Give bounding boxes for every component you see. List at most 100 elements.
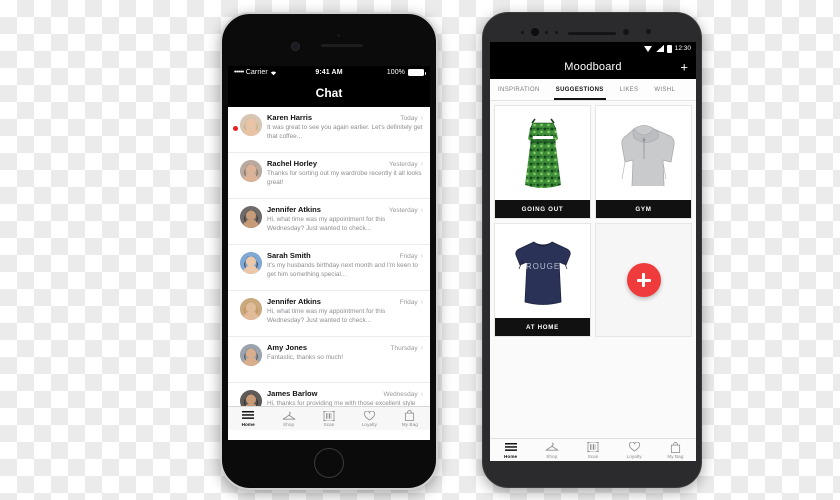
android-bottom-tab-bar[interactable]: Home Shop Scan Loyalty My Bag xyxy=(490,438,696,461)
avatar xyxy=(240,160,262,182)
chat-conversation-list[interactable]: Karen Harris Today › It was great to see… xyxy=(228,107,430,406)
avatar xyxy=(240,344,262,366)
hamburger-menu-icon xyxy=(504,442,517,453)
moodboard-card-at-home[interactable]: ROUGE AT HOME xyxy=(494,223,591,337)
moodboard-card-going-out[interactable]: GOING OUT xyxy=(494,105,591,219)
android-status-bar: 12:30 xyxy=(490,42,696,55)
ios-status-bar: ••••• Carrier 9:41 AM 100% xyxy=(228,66,430,79)
moodboard-tab-strip[interactable]: INSPIRATION SUGGESTIONS LIKES WISHL xyxy=(490,79,696,101)
heart-icon xyxy=(628,442,641,453)
message-timestamp: Wednesday xyxy=(383,391,418,398)
hamburger-menu-icon xyxy=(242,410,255,421)
home-button[interactable] xyxy=(314,448,344,478)
carrier-area: ••••• Carrier xyxy=(234,69,315,76)
tab-label: INSPIRATION xyxy=(498,86,540,93)
ios-tab-scan[interactable]: Scan xyxy=(309,407,349,430)
add-moodboard-card[interactable] xyxy=(595,223,692,337)
status-time: 9:41 AM xyxy=(315,69,343,76)
android-screen: 12:30 Moodboard + INSPIRATION SUGGESTION… xyxy=(490,42,696,461)
barcode-scan-icon xyxy=(587,442,599,453)
chevron-right-icon: › xyxy=(420,161,423,168)
tab-label: Loyalty xyxy=(626,453,642,459)
iphone-screen: ••••• Carrier 9:41 AM 100% Chat Karen Ha… xyxy=(228,66,430,440)
moodboard-card-grid: GOING OUT GYM ROUGE AT HOME xyxy=(490,101,696,341)
tab-label: Loyalty xyxy=(361,422,378,427)
tab-label: WISHL xyxy=(654,86,676,93)
tab-inspiration[interactable]: INSPIRATION xyxy=(490,79,548,100)
cell-signal-icon xyxy=(655,45,664,52)
conversation-row[interactable]: Jennifer Atkins Friday › Hi, what time w… xyxy=(228,291,430,337)
contact-name: Jennifer Atkins xyxy=(267,297,321,306)
earpiece-speaker-icon xyxy=(568,32,616,35)
battery-icon xyxy=(666,44,672,53)
message-timestamp: Friday xyxy=(399,253,418,260)
chevron-right-icon: › xyxy=(420,253,423,260)
android-tab-loyalty[interactable]: Loyalty xyxy=(614,439,655,461)
tab-label: LIKES xyxy=(619,86,639,93)
status-right: 100% xyxy=(343,69,427,76)
wifi-icon xyxy=(270,70,277,75)
conversation-row[interactable]: Amy Jones Thursday › Fantastic, thanks s… xyxy=(228,337,430,383)
android-tab-shop[interactable]: Shop xyxy=(531,439,572,461)
android-tab-home[interactable]: Home xyxy=(490,439,531,461)
avatar xyxy=(240,390,262,406)
conversation-row[interactable]: Jennifer Atkins Yesterday › Hi, what tim… xyxy=(228,199,430,245)
add-moodboard-button[interactable] xyxy=(626,263,661,297)
page-title: Moodboard xyxy=(564,61,622,73)
message-preview: It was great to see you again earlier. L… xyxy=(267,124,423,141)
barcode-scan-icon xyxy=(323,410,335,421)
tab-label: Home xyxy=(504,453,518,459)
tab-suggestions[interactable]: SUGGESTIONS xyxy=(548,79,612,100)
tab-wishl[interactable]: WISHL xyxy=(646,79,683,100)
conversation-row[interactable]: Rachel Horley Yesterday › Thanks for sor… xyxy=(228,153,430,199)
moodboard-card-gym[interactable]: GYM xyxy=(595,105,692,219)
ios-nav-bar: Chat xyxy=(228,79,430,107)
android-bottom-bezel xyxy=(483,461,701,487)
card-label: AT HOME xyxy=(495,318,590,336)
battery-percent-label: 100% xyxy=(386,69,406,76)
light-sensor-icon xyxy=(646,29,651,34)
sensor-dot-icon xyxy=(545,31,548,34)
message-preview: It's my husbands birthday next month and… xyxy=(267,262,418,279)
page-title: Chat xyxy=(315,86,343,100)
proximity-sensor-icon xyxy=(337,34,340,37)
tab-label: Scan xyxy=(587,453,599,459)
sensor-dot-icon xyxy=(521,31,524,34)
tab-likes[interactable]: LIKES xyxy=(612,79,647,100)
conversation-row[interactable]: James Barlow Wednesday › Hi, thanks for … xyxy=(228,383,430,406)
ios-tab-home[interactable]: Home xyxy=(228,407,268,430)
tab-label: Shop xyxy=(546,453,558,459)
ios-tab-my bag[interactable]: My Bag xyxy=(390,407,430,430)
contact-name: Jennifer Atkins xyxy=(267,205,321,214)
message-preview: Hi, thanks for providing me with those e… xyxy=(267,400,416,406)
avatar xyxy=(240,114,262,136)
avatar xyxy=(240,206,262,228)
ios-bottom-tab-bar[interactable]: Home Shop Scan Loyalty My Bag xyxy=(228,406,430,430)
add-icon[interactable]: + xyxy=(680,61,688,74)
card-label: GOING OUT xyxy=(495,200,590,218)
avatar xyxy=(240,252,262,274)
front-camera-icon xyxy=(531,28,539,36)
contact-name: James Barlow xyxy=(267,389,318,398)
ios-tab-loyalty[interactable]: Loyalty xyxy=(349,407,389,430)
message-preview: Hi, what time was my appointment for thi… xyxy=(267,216,386,233)
grey-hoodie-icon xyxy=(596,106,691,200)
clothes-hanger-icon xyxy=(545,442,559,453)
tab-label: Home xyxy=(241,422,255,427)
android-tab-scan[interactable]: Scan xyxy=(572,439,613,461)
android-tab-my bag[interactable]: My Bag xyxy=(655,439,696,461)
conversation-row[interactable]: Sarah Smith Friday › It's my husbands bi… xyxy=(228,245,430,291)
clothes-hanger-icon xyxy=(282,410,296,421)
chevron-right-icon: › xyxy=(420,345,423,352)
message-preview: Thanks for sorting out my wardrobe recen… xyxy=(267,170,422,187)
message-preview: Hi, what time was my appointment for thi… xyxy=(267,308,386,325)
android-app-bar: Moodboard + xyxy=(490,55,696,79)
conversation-row[interactable]: Karen Harris Today › It was great to see… xyxy=(228,107,430,153)
message-timestamp: Yesterday xyxy=(388,161,418,168)
wifi-icon xyxy=(643,45,653,52)
ios-tab-shop[interactable]: Shop xyxy=(268,407,308,430)
message-timestamp: Today xyxy=(400,115,418,122)
shopping-bag-icon xyxy=(670,441,681,453)
status-time: 12:30 xyxy=(674,45,691,52)
message-timestamp: Thursday xyxy=(390,345,418,352)
